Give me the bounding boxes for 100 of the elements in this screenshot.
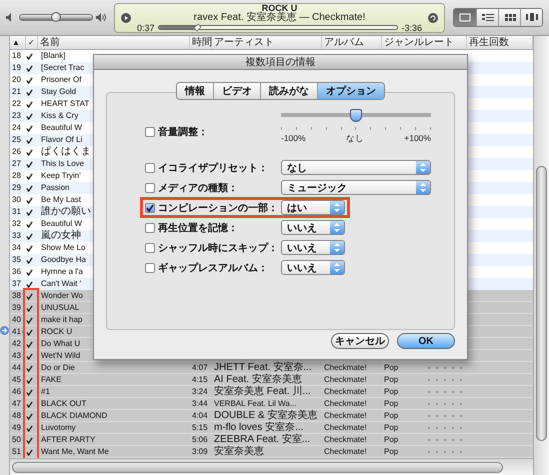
track-genre: Pop: [383, 398, 398, 410]
track-name: This Is Love: [40, 158, 84, 170]
track-artist: ZEEBRA Feat. 安室...: [213, 434, 310, 446]
track-artist: 安室奈美恵 Feat. 川...: [213, 386, 311, 398]
track-name: Beautiful W: [40, 122, 82, 134]
track-time: 3:44: [191, 398, 208, 410]
row-number: 20: [11, 74, 21, 86]
track-name: Prisoner Of: [40, 74, 82, 86]
track-album: Checkmate!: [323, 410, 367, 422]
option-label: 再生位置を記憶：: [158, 222, 238, 234]
track-name: UNUSUAL: [40, 302, 80, 314]
row-number: 40: [11, 314, 21, 326]
option-label: イコライザプリセット：: [158, 161, 268, 174]
track-name: BLACK OUT: [40, 398, 86, 410]
row-number: 30: [11, 194, 21, 206]
track-artist: 安室奈美恵: [213, 446, 264, 458]
track-genre: Pop: [383, 422, 398, 434]
row-number: 27: [11, 158, 21, 170]
option-label: コンピレーションの一部：: [158, 202, 278, 214]
elapsed-time: 0:37: [137, 22, 155, 32]
row-number: 29: [11, 182, 21, 194]
track-name: Passion: [40, 182, 70, 194]
track-name: Can't Wait ': [40, 278, 82, 290]
track-artist: VERBAL Feat. Lil Wa...: [213, 398, 297, 410]
track-album: Checkmate!: [323, 386, 367, 398]
track-album: Checkmate!: [323, 434, 367, 446]
option-label: ギャップレスアルバム：: [158, 261, 268, 274]
row-number: 48: [11, 410, 21, 422]
track-name: FAKE: [40, 374, 62, 386]
row-number: 24: [11, 122, 21, 134]
track-name: [Secret Trac: [40, 62, 84, 74]
song-title: ROCK U: [262, 2, 298, 12]
track-name: [Blank]: [40, 50, 66, 62]
option-label: メディアの種類：: [158, 182, 238, 194]
track-album: Checkmate!: [323, 398, 367, 410]
row-number: 49: [11, 422, 21, 434]
track-genre: Pop: [383, 374, 398, 386]
track-genre: Pop: [383, 362, 398, 374]
remaining-time: -3:36: [401, 22, 422, 32]
track-name: make it hap: [40, 314, 82, 326]
option-label: 音量調整：: [158, 125, 208, 139]
track-name: 嵐の女神: [40, 230, 81, 242]
row-number: 31: [11, 206, 21, 218]
dialog-title: 複数項目の情報: [246, 56, 316, 69]
row-number: 23: [11, 110, 21, 122]
row-number: 42: [11, 338, 21, 350]
track-genre: Pop: [383, 386, 398, 398]
row-number: 25: [11, 134, 21, 146]
row-number: 51: [11, 446, 21, 458]
slider-mid-label: なし: [346, 133, 364, 145]
track-genre: Pop: [383, 434, 398, 446]
track-album: Checkmate!: [323, 422, 367, 434]
row-number: 18: [11, 50, 21, 62]
track-name: Show Me Lo: [40, 242, 86, 254]
row-number: 38: [11, 290, 21, 302]
row-number: 46: [11, 386, 21, 398]
row-number: 26: [11, 146, 21, 158]
row-number: 47: [11, 398, 21, 410]
track-name: Do or Die: [40, 362, 75, 374]
track-genre: Pop: [383, 446, 398, 458]
track-album: Checkmate!: [323, 446, 367, 458]
track-name: BLACK DIAMOND: [40, 410, 108, 422]
track-name: Kiss & Cry: [40, 110, 78, 122]
track-name: Do What U: [40, 338, 80, 350]
track-time: 5:06: [191, 434, 208, 446]
row-number: 34: [11, 242, 21, 254]
row-number: 22: [11, 98, 21, 110]
track-album: Checkmate!: [323, 362, 367, 374]
row-number: 35: [11, 254, 21, 266]
track-time: 4:15: [191, 374, 208, 386]
song-artist-album: ravex Feat. 安室奈美恵 — Checkmate!: [194, 12, 366, 22]
track-name: HEART STAT: [40, 98, 90, 110]
track-name: Keep Tryin': [40, 170, 81, 182]
track-genre: Pop: [383, 410, 398, 422]
track-artist: JHETT Feat. 安室奈...: [213, 362, 312, 374]
track-time: 4:04: [191, 410, 208, 422]
row-number: 21: [11, 86, 21, 98]
row-number: 19: [11, 62, 21, 74]
track-name: Luvotomy: [40, 422, 76, 434]
track-name: Beautiful W: [40, 218, 82, 230]
option-label: シャッフル時にスキップ：: [158, 241, 278, 254]
track-name: Stay Gold: [40, 86, 76, 98]
row-number: 28: [11, 170, 21, 182]
row-number: 37: [11, 278, 21, 290]
row-number: 32: [11, 218, 21, 230]
slider-max-label: +100%: [404, 133, 431, 145]
track-artist: m-flo loves 安室奈...: [213, 422, 304, 434]
track-name: AFTER PARTY: [40, 434, 96, 446]
track-name: Want Me, Want Me: [40, 446, 109, 458]
row-number: 44: [11, 362, 21, 374]
track-time: 3:09: [191, 446, 208, 458]
track-time: 5:15: [191, 422, 208, 434]
track-name: 誰かの願い: [40, 206, 91, 218]
row-number: 41: [11, 326, 21, 338]
track-name: Flavor Of Li: [40, 134, 82, 146]
track-name: Wonder Wo: [40, 290, 83, 302]
track-name: Goodbye Ha: [40, 254, 86, 266]
row-number: 39: [11, 302, 21, 314]
track-name: Hymne a l'a: [40, 266, 83, 278]
track-name: ROCK U: [40, 326, 72, 338]
